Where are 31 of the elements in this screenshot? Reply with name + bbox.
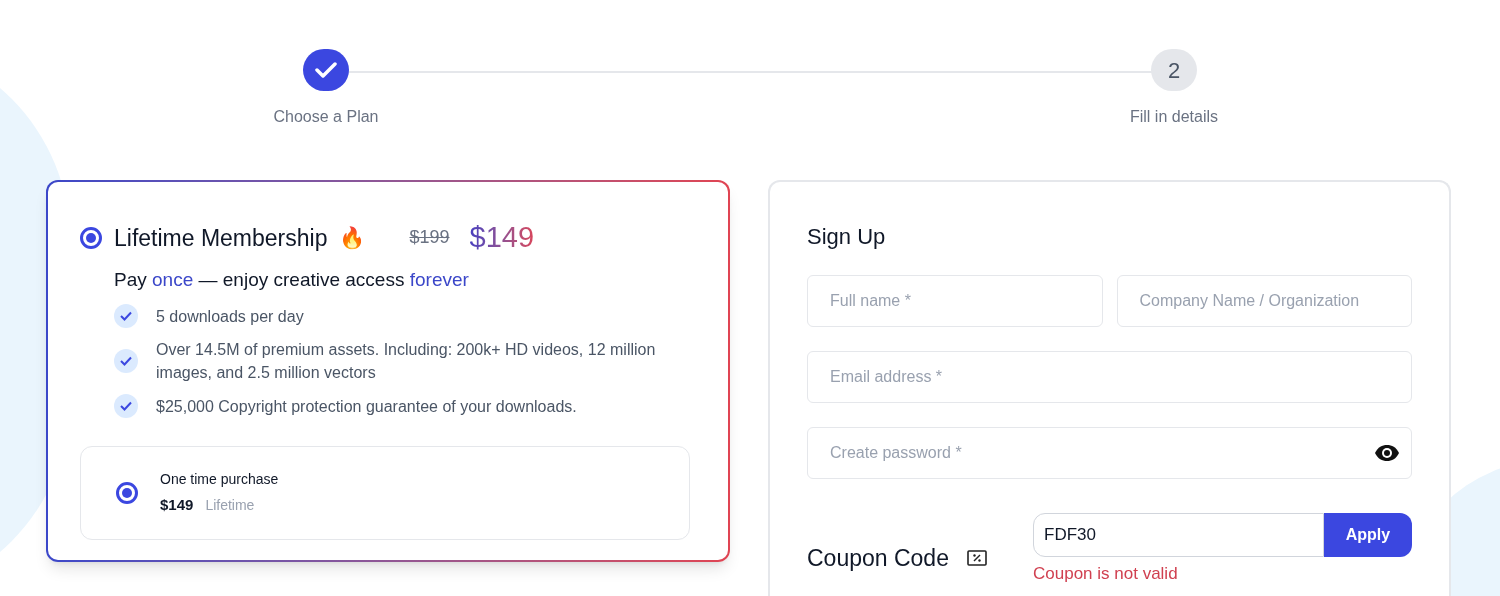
coupon-icon — [966, 549, 987, 566]
plan-title: Lifetime Membership — [114, 223, 328, 253]
input-field[interactable]: Email address * — [807, 351, 1412, 403]
coupon-label: Coupon Code — [807, 543, 949, 573]
option-period: Lifetime — [205, 496, 255, 516]
option-label: One time purchase — [160, 470, 279, 490]
step-label: Fill in details — [1130, 107, 1218, 127]
eye-icon[interactable] — [1374, 444, 1400, 462]
plan-tagline: Pay once — enjoy creative access forever — [114, 267, 470, 292]
password-field[interactable]: Create password * — [807, 427, 1412, 479]
feature-text: Over 14.5M of premium assets. Including: 200k+ HD videos, 12 million images, and 2.5 million vectors — [156, 340, 657, 383]
check-icon — [114, 394, 138, 418]
coupon-error: Coupon is not valid — [1033, 563, 1179, 585]
input-field[interactable]: Full name * — [807, 275, 1103, 327]
old-price: $199 — [409, 226, 450, 250]
radio-button[interactable] — [80, 226, 102, 249]
radio-button[interactable] — [116, 482, 138, 504]
option-price: $149 — [160, 495, 194, 516]
signup-title: Sign Up — [807, 223, 887, 251]
check-icon — [114, 304, 138, 328]
input-field[interactable]: Company Name / Organization — [1116, 275, 1412, 327]
step-label: Choose a Plan — [273, 107, 379, 127]
coupon-field[interactable]: FDF30 — [1033, 513, 1324, 557]
fire-emoji: 🔥 — [339, 225, 366, 251]
feature-text: 5 downloads per day — [156, 306, 305, 327]
plan-card[interactable] — [46, 180, 730, 562]
apply-button[interactable]: Apply — [1324, 513, 1412, 557]
step-number: 2 — [1151, 49, 1197, 91]
purchase-option[interactable]: One time purchase $149 Lifetime — [80, 446, 690, 540]
check-icon — [114, 349, 138, 373]
feature-text: $25,000 Copyright protection guarantee of your downloads. — [156, 396, 578, 417]
